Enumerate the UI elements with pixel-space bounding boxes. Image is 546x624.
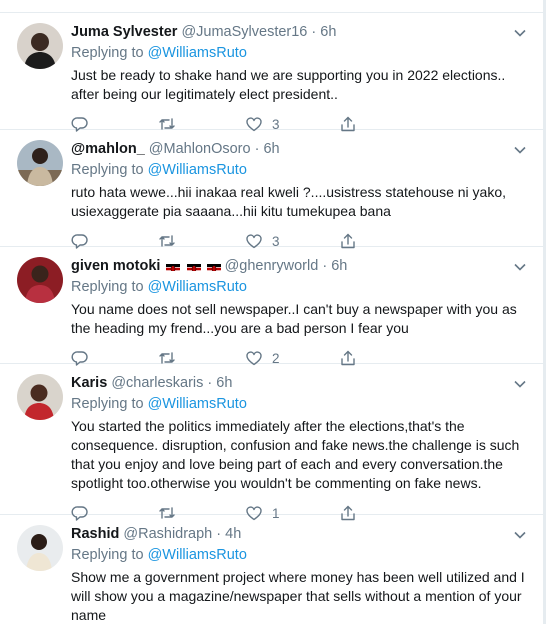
- author-handle[interactable]: @JumaSylvester16: [181, 24, 307, 40]
- avatar[interactable]: [17, 257, 63, 303]
- replying-to-label: Replying to: [71, 547, 144, 563]
- author-handle[interactable]: @ghenryworld: [225, 258, 319, 274]
- tweet-reply[interactable]: @mahlon_ @MahlonOsoro · 6h Replying to @…: [0, 130, 543, 249]
- avatar[interactable]: [17, 374, 63, 420]
- reply-feed: Juma Sylvester @JumaSylvester16 · 6h Rep…: [0, 0, 544, 624]
- author-name[interactable]: given motoki: [71, 258, 160, 274]
- tweet-reply[interactable]: Juma Sylvester @JumaSylvester16 · 6h Rep…: [0, 13, 543, 132]
- author-name[interactable]: @mahlon_: [71, 141, 145, 157]
- tweet-header: Juma Sylvester @JumaSylvester16 · 6h: [71, 23, 529, 42]
- chevron-down-icon[interactable]: [513, 528, 527, 542]
- tweet-reply[interactable]: Rashid @Rashidraph · 4h Replying to @Wil…: [0, 515, 543, 624]
- tweet-text: You started the politics immediately aft…: [71, 418, 520, 491]
- separator-dot: ·: [254, 141, 260, 157]
- tweet-header: @mahlon_ @MahlonOsoro · 6h: [71, 140, 529, 159]
- author-handle[interactable]: @MahlonOsoro: [149, 141, 251, 157]
- kenya-flag-icon: [166, 261, 181, 271]
- replying-to-label: Replying to: [71, 279, 144, 295]
- tweet-timestamp[interactable]: 6h: [320, 24, 336, 40]
- author-name[interactable]: Juma Sylvester: [71, 24, 177, 40]
- replying-to-line: Replying to @WilliamsRuto: [71, 44, 529, 63]
- replying-to-line: Replying to @WilliamsRuto: [71, 278, 529, 297]
- mention-link[interactable]: @WilliamsRuto: [148, 279, 247, 295]
- avatar[interactable]: [17, 525, 63, 571]
- replying-to-line: Replying to @WilliamsRuto: [71, 161, 529, 180]
- chevron-down-icon[interactable]: [513, 26, 527, 40]
- mention-link[interactable]: @WilliamsRuto: [148, 45, 247, 61]
- avatar[interactable]: [17, 23, 63, 69]
- tweet-text: You name does not sell newspaper..I can'…: [71, 301, 517, 336]
- author-name[interactable]: Rashid: [71, 526, 119, 542]
- tweet-timestamp[interactable]: 6h: [216, 375, 232, 391]
- tweet-timestamp[interactable]: 6h: [263, 141, 279, 157]
- kenya-flag-icon: [186, 261, 201, 271]
- chevron-down-icon[interactable]: [513, 143, 527, 157]
- mention-link[interactable]: @WilliamsRuto: [148, 396, 247, 412]
- tweet-header: Karis @charleskaris · 6h: [71, 374, 529, 393]
- replying-to-line: Replying to @WilliamsRuto: [71, 546, 529, 565]
- tweet-text: Just be ready to shake hand we are suppo…: [71, 67, 506, 102]
- tweet-reply[interactable]: Karis @charleskaris · 6h Replying to @Wi…: [0, 364, 543, 521]
- kenya-flag-icon: [206, 261, 221, 271]
- replying-to-label: Replying to: [71, 162, 144, 178]
- tweet-header: given motoki @ghenryworld · 6h: [71, 257, 529, 276]
- separator-dot: ·: [322, 258, 328, 274]
- separator-dot: ·: [207, 375, 213, 391]
- tweet-text: ruto hata wewe...hii inakaa real kweli ?…: [71, 184, 506, 219]
- avatar[interactable]: [17, 140, 63, 186]
- author-handle[interactable]: @Rashidraph: [123, 526, 212, 542]
- separator-dot: ·: [216, 526, 222, 542]
- replying-to-label: Replying to: [71, 396, 144, 412]
- chevron-down-icon[interactable]: [513, 377, 527, 391]
- tweet-header: Rashid @Rashidraph · 4h: [71, 525, 529, 544]
- tweet-timestamp[interactable]: 6h: [331, 258, 347, 274]
- mention-link[interactable]: @WilliamsRuto: [148, 547, 247, 563]
- author-name[interactable]: Karis: [71, 375, 107, 391]
- tweet-timestamp[interactable]: 4h: [225, 526, 241, 542]
- feed-top-divider: [0, 0, 543, 13]
- chevron-down-icon[interactable]: [513, 260, 527, 274]
- replying-to-line: Replying to @WilliamsRuto: [71, 395, 529, 414]
- tweet-reply[interactable]: given motoki @ghenryworld · 6h Replying …: [0, 247, 543, 366]
- tweet-text: Show me a government project where money…: [71, 569, 525, 623]
- replying-to-label: Replying to: [71, 45, 144, 61]
- separator-dot: ·: [311, 24, 317, 40]
- mention-link[interactable]: @WilliamsRuto: [148, 162, 247, 178]
- author-handle[interactable]: @charleskaris: [111, 375, 203, 391]
